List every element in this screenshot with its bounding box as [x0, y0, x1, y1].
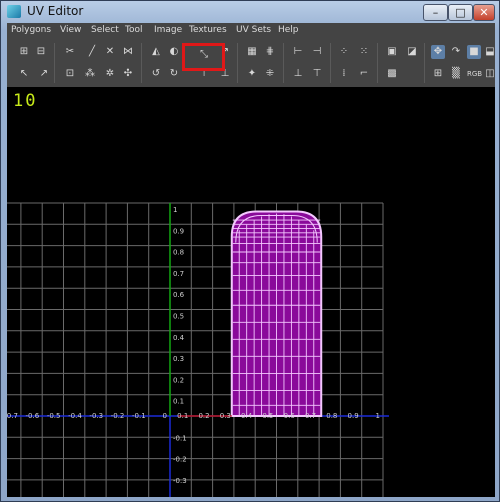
checker-icon[interactable]: ⊞ [431, 67, 445, 81]
normalize-uv-icon[interactable]: ↗ [218, 45, 232, 59]
shade-uv-icon[interactable]: ■ [467, 45, 481, 59]
pixel-snap-icon[interactable]: ↷ [449, 45, 463, 59]
y-tick-label: 0.2 [173, 376, 184, 384]
alpha-channel-icon[interactable]: ◫ [483, 67, 497, 81]
move-shell-icon[interactable]: ✦ [245, 67, 259, 81]
smudge-icon[interactable]: ✲ [103, 67, 117, 81]
mirror-u-icon[interactable]: ◭ [149, 45, 163, 59]
select-uv-icon[interactable]: ↖ [17, 67, 31, 81]
menu-uv-sets[interactable]: UV Sets [236, 25, 271, 35]
x-tick-label: -0.2 [111, 412, 125, 420]
x-tick-label: -0.3 [89, 412, 103, 420]
close-button[interactable]: ✕ [473, 4, 495, 21]
straighten-icon[interactable]: ⊤ [197, 67, 211, 81]
uv-viewport[interactable]: 0.8 -0.7 -0.6 -0.5 -0.4 -0.3 -0.2 -0.1 0 0.1 0.2 0.… [7, 87, 495, 497]
edge-loop-icon[interactable]: ⁞ [337, 67, 351, 81]
x-tick-label: 0.9 [348, 412, 359, 420]
pattern-icon[interactable]: ▒ [449, 67, 463, 81]
dim-image-icon[interactable]: ◪ [405, 45, 419, 59]
maya-app-icon [7, 5, 21, 18]
unfold-icon[interactable]: ⊡ [63, 67, 77, 81]
uv-toolbar: ⊞ ⊟ ✂ ╱ ✕ ⋈ ◭ ◐ ⤡ ↗ ▦ ⋕ ⊢ ⊣ ⁘ ⁙ ▣ ◪ ✥ ↷ … [7, 39, 495, 87]
y-tick-label: -0.2 [173, 456, 187, 464]
y-tick-label: 0.3 [173, 355, 184, 363]
flatten-icon[interactable]: ⊥ [218, 67, 232, 81]
flip-uv-grid-icon[interactable]: ⊞ [17, 45, 31, 59]
display-image-icon[interactable]: ▣ [385, 45, 399, 59]
grid-display-icon[interactable]: ✥ [431, 45, 445, 59]
x-tick-label: 0 [163, 412, 167, 420]
y-tick-label: 0.6 [173, 291, 185, 299]
x-tick-label: 0.2 [198, 412, 209, 420]
align-top-icon[interactable]: ⊤ [310, 67, 324, 81]
layout-uv-icon[interactable]: ▦ [245, 45, 259, 59]
editor-client-area: Polygons View Select Tool Image Textures… [7, 23, 495, 497]
x-tick-label: 0.7 [305, 412, 316, 420]
y-tick-label: 0.8 [173, 249, 184, 257]
merge-uv-icon[interactable]: ⋈ [121, 45, 135, 59]
image-range-icon[interactable]: ▩ [385, 67, 399, 81]
menu-tool[interactable]: Tool [125, 25, 142, 35]
menu-view[interactable]: View [60, 25, 81, 35]
y-tick-label: 0.9 [173, 227, 184, 235]
minimize-button[interactable]: – [423, 4, 448, 21]
textures-toggle-icon[interactable]: ⤡ [197, 48, 211, 62]
delete-uv-icon[interactable]: ✕ [103, 45, 117, 59]
window-title: UV Editor [27, 4, 84, 18]
x-tick-label: -0.6 [26, 412, 40, 420]
flip-uv-v-icon[interactable]: ⊟ [34, 45, 48, 59]
uv-editor-window: UV Editor – □ ✕ Polygons View Select Too… [0, 0, 500, 502]
y-tick-label: 0.5 [173, 313, 184, 321]
y-tick-label: 0.1 [173, 398, 184, 406]
x-tick-label: -0.4 [68, 412, 82, 420]
x-tick-label: 0.4 [241, 412, 253, 420]
relax-icon[interactable]: ⁂ [83, 67, 97, 81]
y-tick-label: -0.3 [173, 477, 187, 485]
menu-select[interactable]: Select [91, 25, 119, 35]
menu-bar: Polygons View Select Tool Image Textures… [7, 23, 495, 39]
optimize-icon[interactable]: ✣ [121, 67, 135, 81]
x-tick-label: 0.6 [284, 412, 296, 420]
align-left-icon[interactable]: ⊢ [291, 45, 305, 59]
x-tick-label: 0.1 [177, 412, 188, 420]
sew-uv-icon[interactable]: ╱ [85, 45, 99, 59]
uv-counter: 10 [13, 91, 38, 111]
menu-polygons[interactable]: Polygons [11, 25, 51, 35]
uv-shell-icon[interactable]: ⁙ [357, 45, 371, 59]
texel-icon[interactable]: ⌐ [357, 67, 371, 81]
y-tick-label: -0.1 [173, 434, 187, 442]
x-tick-label: 0.8 [326, 412, 337, 420]
y-tick-label: 1 [173, 206, 177, 214]
rotate-ccw-icon[interactable]: ↺ [149, 67, 163, 81]
maximize-button[interactable]: □ [448, 4, 473, 21]
menu-image[interactable]: Image [154, 25, 182, 35]
x-tick-label: 1 [376, 412, 380, 420]
select-shell-icon[interactable]: ↗ [37, 67, 51, 81]
x-tick-label: -0.5 [47, 412, 61, 420]
y-tick-label: 0.7 [173, 270, 184, 278]
x-tick-label: 0.3 [220, 412, 231, 420]
rotate-cw-icon[interactable]: ↻ [167, 67, 181, 81]
scale-shell-icon[interactable]: ⁜ [263, 67, 277, 81]
align-right-icon[interactable]: ⊣ [310, 45, 324, 59]
cut-uv-icon[interactable]: ✂ [63, 45, 77, 59]
x-tick-label: -0.1 [132, 412, 146, 420]
x-tick-label: 0.5 [262, 412, 273, 420]
title-bar[interactable]: UV Editor – □ ✕ [1, 1, 499, 23]
mirror-v-icon[interactable]: ◐ [167, 45, 181, 59]
grid-uv-icon[interactable]: ⋕ [263, 45, 277, 59]
rgb-channel-icon[interactable]: RGB [467, 67, 482, 81]
x-tick-label: -0.7 [7, 412, 18, 420]
menu-help[interactable]: Help [278, 25, 299, 35]
filter-icon[interactable]: ⬓ [483, 45, 497, 59]
snapshot-icon[interactable]: ⁘ [337, 45, 351, 59]
align-bottom-icon[interactable]: ⊥ [291, 67, 305, 81]
y-tick-label: 0.4 [173, 334, 185, 342]
uv-grid-canvas[interactable]: 0.8 -0.7 -0.6 -0.5 -0.4 -0.3 -0.2 -0.1 0 0.1 0.2 0.… [7, 87, 495, 497]
menu-textures[interactable]: Textures [189, 25, 227, 35]
